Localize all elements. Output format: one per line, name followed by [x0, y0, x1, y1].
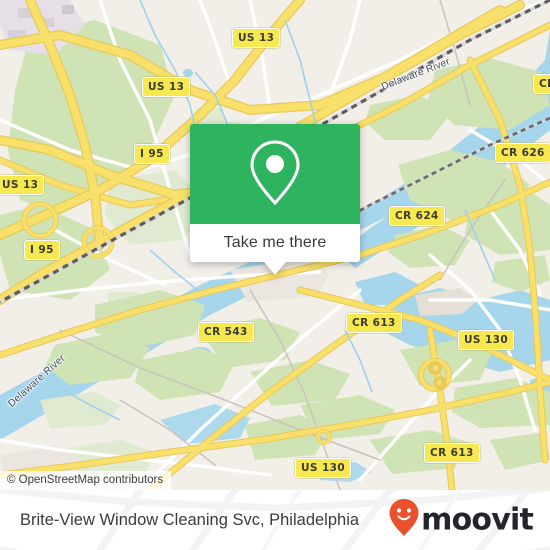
moovit-logo[interactable]: moovit [388, 498, 534, 543]
road-shield-cr-613-a[interactable]: CR 613 [346, 313, 402, 333]
road-shield-us-130-b[interactable]: US 130 [295, 458, 352, 478]
moovit-smiley-pin-icon [388, 498, 420, 543]
map-canvas[interactable]: Delaware River Delaware River US 13 US 1… [0, 0, 550, 490]
road-shield-cr-clipped[interactable]: CR [533, 74, 550, 94]
road-shield-cr-543[interactable]: CR 543 [198, 322, 254, 342]
take-me-there-label: Take me there [223, 234, 327, 251]
road-shield-cr-626[interactable]: CR 626 [495, 143, 550, 163]
road-shield-cr-624[interactable]: CR 624 [389, 206, 445, 226]
map-attribution[interactable]: © OpenStreetMap contributors [0, 471, 172, 490]
road-shield-cr-613-b[interactable]: CR 613 [424, 443, 480, 463]
footer-bar: Brite-View Window Cleaning Svc, Philadel… [0, 490, 550, 550]
road-shield-i-95-a[interactable]: I 95 [134, 144, 170, 164]
road-shield-us-13-c[interactable]: US 13 [0, 175, 45, 195]
page-title: Brite-View Window Cleaning Svc, Philadel… [20, 510, 360, 529]
popup-action-bar[interactable]: Take me there [190, 224, 360, 262]
map-pin-icon [246, 137, 304, 212]
popup-header [190, 124, 360, 224]
screenshot-root: Delaware River Delaware River US 13 US 1… [0, 0, 550, 550]
road-shield-i-95-b[interactable]: I 95 [24, 240, 60, 260]
moovit-wordmark: moovit [421, 502, 534, 537]
popup-pointer-tail [264, 262, 286, 275]
road-shield-us-130-a[interactable]: US 130 [458, 330, 515, 350]
road-shield-us-13-a[interactable]: US 13 [232, 28, 281, 48]
location-popup-card[interactable]: Take me there [190, 124, 360, 275]
road-shield-us-13-b[interactable]: US 13 [142, 77, 191, 97]
